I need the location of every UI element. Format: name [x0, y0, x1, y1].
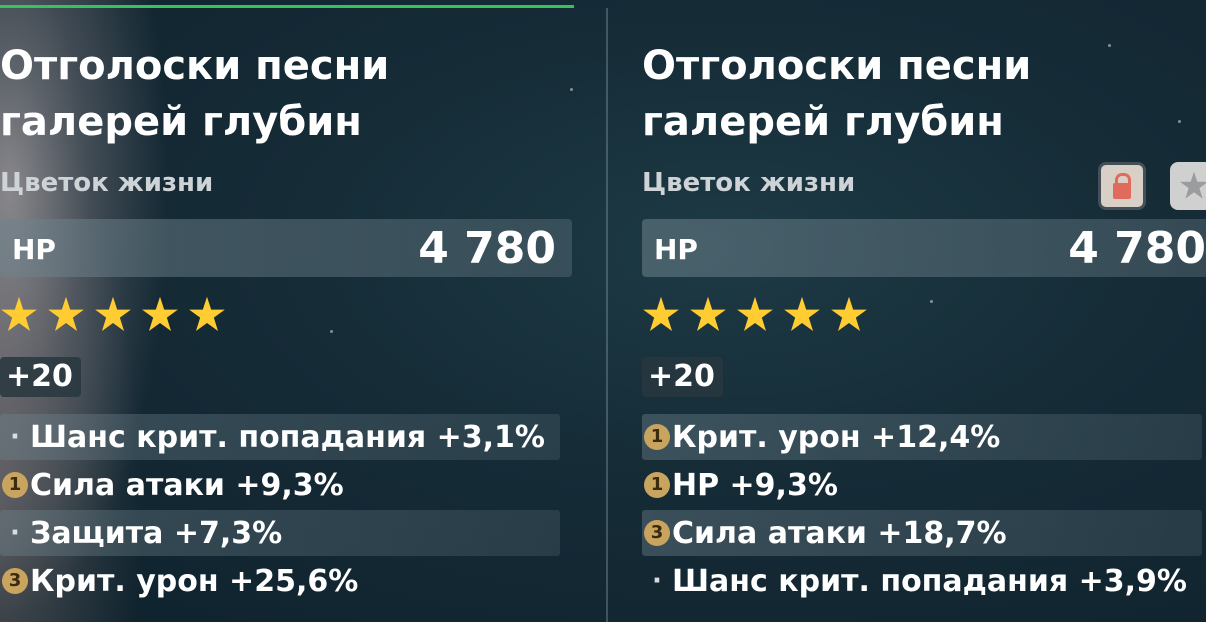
- substat-list: 1 Крит. урон +12,4% 1 HP +9,3% 3 Сила атаки +…: [642, 414, 1202, 606]
- substat-row: · Шанс крит. попадания +3,9%: [642, 558, 1202, 604]
- star-icon: [831, 296, 867, 331]
- star-icon: [142, 296, 178, 331]
- main-stat: HP 4 780: [0, 219, 572, 277]
- artifact-panel-left: Отголоски песни галерей глубин Цветок жи…: [0, 0, 580, 622]
- star-icon: [784, 296, 820, 331]
- main-stat-value: 4 780: [1068, 223, 1206, 274]
- artifact-slot: Цветок жизни: [0, 168, 214, 198]
- star-icon: [643, 296, 679, 331]
- star-icon: [95, 296, 131, 331]
- main-stat: HP 4 780: [642, 219, 1206, 277]
- bullet-icon: ·: [10, 518, 20, 548]
- lock-icon-body: [1113, 183, 1131, 199]
- artifact-title-line1: Отголоски песни: [642, 43, 1032, 89]
- artifact-title: Отголоски песни галерей глубин: [0, 38, 560, 150]
- artifact-slot: Цветок жизни: [642, 168, 856, 198]
- upgrade-count-badge: 3: [644, 520, 670, 546]
- substat-text: HP +9,3%: [672, 467, 838, 503]
- substat-text: Крит. урон +12,4%: [672, 419, 1001, 455]
- artifact-panel-right: Отголоски песни галерей глубин Цветок жи…: [642, 0, 1206, 622]
- artifact-title: Отголоски песни галерей глубин: [642, 38, 1202, 150]
- star-icon: [48, 296, 84, 331]
- substat-row: · Шанс крит. попадания +3,1%: [0, 414, 560, 460]
- bullet-icon: ·: [652, 566, 662, 596]
- favorite-button[interactable]: [1170, 162, 1206, 210]
- artifact-title-line2: галерей глубин: [0, 99, 362, 145]
- artifact-title-line2: галерей глубин: [642, 99, 1004, 145]
- main-stat-label: HP: [654, 233, 698, 266]
- bullet-icon: ·: [10, 422, 20, 452]
- artifact-level: +20: [0, 357, 81, 397]
- star-icon: [1179, 171, 1206, 199]
- substat-text: Шанс крит. попадания +3,1%: [30, 419, 545, 455]
- substat-row: 1 Крит. урон +12,4%: [642, 414, 1202, 460]
- main-stat-label: HP: [12, 233, 56, 266]
- upgrade-count-badge: 1: [644, 472, 670, 498]
- main-stat-value: 4 780: [418, 223, 556, 274]
- substat-row: 3 Крит. урон +25,6%: [0, 558, 560, 604]
- substat-row: · Защита +7,3%: [0, 510, 560, 556]
- upgrade-count-badge: 1: [2, 472, 28, 498]
- substat-list: · Шанс крит. попадания +3,1% 1 Сила атаки +…: [0, 414, 560, 606]
- upgrade-count-badge: 3: [2, 568, 28, 594]
- panel-divider: [606, 8, 608, 622]
- star-icon: [1, 296, 37, 331]
- substat-text: Шанс крит. попадания +3,9%: [672, 563, 1187, 599]
- rarity-stars: [642, 296, 877, 340]
- substat-text: Защита +7,3%: [30, 515, 283, 551]
- upgrade-count-badge: 1: [644, 424, 670, 450]
- star-icon: [737, 296, 773, 331]
- star-icon: [189, 296, 225, 331]
- substat-row: 1 HP +9,3%: [642, 462, 1202, 508]
- substat-text: Крит. урон +25,6%: [30, 563, 359, 599]
- rarity-stars: [0, 296, 235, 340]
- artifact-title-line1: Отголоски песни: [0, 43, 390, 89]
- substat-text: Сила атаки +9,3%: [30, 467, 344, 503]
- star-icon: [690, 296, 726, 331]
- substat-text: Сила атаки +18,7%: [672, 515, 1007, 551]
- substat-row: 3 Сила атаки +18,7%: [642, 510, 1202, 556]
- artifact-level: +20: [642, 357, 723, 397]
- lock-button[interactable]: [1098, 162, 1146, 210]
- substat-row: 1 Сила атаки +9,3%: [0, 462, 560, 508]
